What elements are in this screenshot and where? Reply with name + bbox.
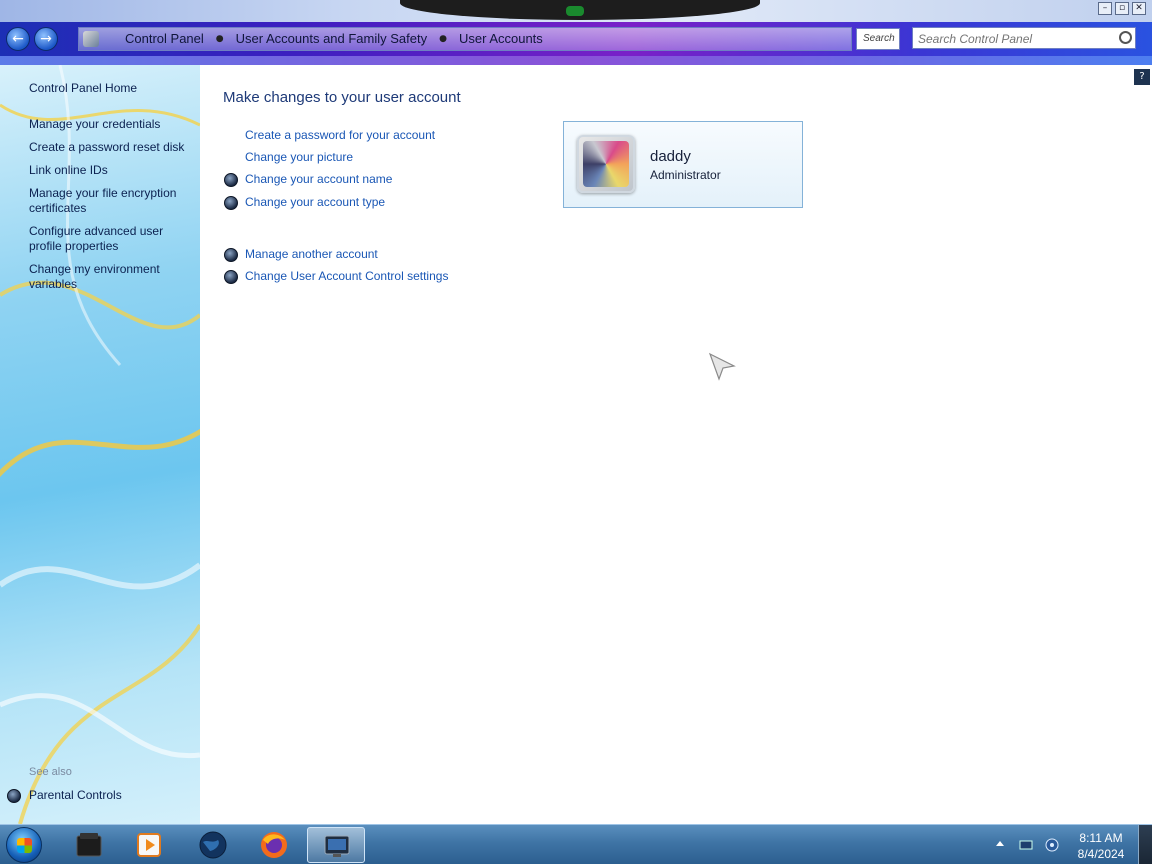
uac-shield-icon <box>224 173 238 187</box>
back-arrow-icon: ← <box>12 31 24 47</box>
nav-configure-profile-properties[interactable]: Configure advanced user profile properti… <box>29 224 194 254</box>
mouse-cursor-icon <box>708 352 736 381</box>
clock-time: 8:11 AM <box>1079 831 1123 845</box>
control-panel-icon <box>83 31 99 47</box>
task-change-account-type[interactable]: Change your account type <box>245 195 385 209</box>
firefox-icon <box>261 832 287 858</box>
taskbar-item-file-manager[interactable] <box>60 827 118 863</box>
main-content: ? Make changes to your user account Crea… <box>200 65 1152 824</box>
breadcrumb-separator-icon[interactable]: ● <box>433 34 453 44</box>
account-role: Administrator <box>650 168 721 182</box>
breadcrumb-user-accounts[interactable]: User Accounts <box>453 31 549 46</box>
navigation-pane: Control Panel Home Manage your credentia… <box>0 65 200 824</box>
help-icon[interactable]: ? <box>1134 69 1150 85</box>
nav-change-environment-variables[interactable]: Change my environment variables <box>29 262 194 292</box>
nav-create-password-reset-disk[interactable]: Create a password reset disk <box>29 140 194 155</box>
toolbar-strip <box>0 56 1152 65</box>
title-bar: – ▫ ✕ <box>0 0 1152 22</box>
task-manage-another-account[interactable]: Manage another account <box>245 247 378 261</box>
account-name: daddy <box>650 148 691 165</box>
forward-arrow-icon: → <box>40 31 52 47</box>
task-change-uac-settings[interactable]: Change User Account Control settings <box>245 269 448 283</box>
globe-browser-icon <box>199 831 227 859</box>
breadcrumb-control-panel[interactable]: Control Panel <box>119 31 210 46</box>
breadcrumb-user-accounts-family-safety[interactable]: User Accounts and Family Safety <box>230 31 433 46</box>
network-icon[interactable] <box>1019 838 1033 852</box>
close-button[interactable]: ✕ <box>1132 2 1146 15</box>
task-change-picture[interactable]: Change your picture <box>245 150 353 164</box>
taskbar-item-globe-browser[interactable] <box>184 827 242 863</box>
taskbar-item-firefox[interactable] <box>245 827 303 863</box>
address-bar: ← → Control Panel ● User Accounts and Fa… <box>0 22 1152 65</box>
nav-manage-file-encryption[interactable]: Manage your file encryption certificates <box>29 186 194 216</box>
show-desktop-button[interactable] <box>1138 825 1152 864</box>
file-manager-icon <box>76 833 102 857</box>
clock-date: 8/4/2024 <box>1077 847 1125 861</box>
show-hidden-icons-button[interactable] <box>996 841 1004 846</box>
task-change-account-name[interactable]: Change your account name <box>245 172 392 186</box>
back-button[interactable]: ← <box>6 27 30 51</box>
page-title: Make changes to your user account <box>223 89 461 106</box>
taskbar: 8:11 AM 8/4/2024 <box>0 824 1152 864</box>
title-bar-indicator <box>566 6 584 16</box>
uac-shield-icon <box>7 789 21 803</box>
start-button[interactable] <box>6 827 42 863</box>
taskbar-clock[interactable]: 8:11 AM 8/4/2024 <box>1068 830 1134 862</box>
taskbar-item-media-player[interactable] <box>120 827 178 863</box>
media-player-icon <box>137 833 161 857</box>
nav-parental-controls[interactable]: Parental Controls <box>29 788 194 803</box>
nav-manage-credentials[interactable]: Manage your credentials <box>29 117 194 132</box>
windows-start-orb-icon <box>17 838 32 853</box>
avatar <box>577 135 635 193</box>
task-create-password[interactable]: Create a password for your account <box>245 128 435 142</box>
uac-shield-icon <box>224 196 238 210</box>
account-card: daddy Administrator <box>563 121 803 208</box>
control-panel-window-icon <box>324 835 350 857</box>
uac-shield-icon <box>224 270 238 284</box>
taskbar-item-control-panel[interactable] <box>307 827 365 863</box>
nav-control-panel-home[interactable]: Control Panel Home <box>29 81 194 96</box>
background-swirl-decoration <box>0 65 200 824</box>
forward-button[interactable]: → <box>34 27 58 51</box>
account-picture-icon <box>583 141 629 187</box>
search-input[interactable] <box>913 29 1113 49</box>
volume-icon[interactable] <box>1045 838 1059 852</box>
minimize-button[interactable]: – <box>1098 2 1112 15</box>
nav-link-online-ids[interactable]: Link online IDs <box>29 163 194 178</box>
see-also-heading: See also <box>29 766 72 778</box>
search-icon[interactable] <box>1119 31 1132 44</box>
breadcrumb-separator-icon[interactable]: ● <box>210 34 230 44</box>
maximize-button[interactable]: ▫ <box>1115 2 1129 15</box>
search-box[interactable] <box>912 27 1136 49</box>
breadcrumb[interactable]: Control Panel ● User Accounts and Family… <box>78 27 852 51</box>
window-controls: – ▫ ✕ <box>1098 2 1146 15</box>
uac-shield-icon <box>224 248 238 262</box>
refresh-button[interactable]: Search <box>856 28 900 50</box>
